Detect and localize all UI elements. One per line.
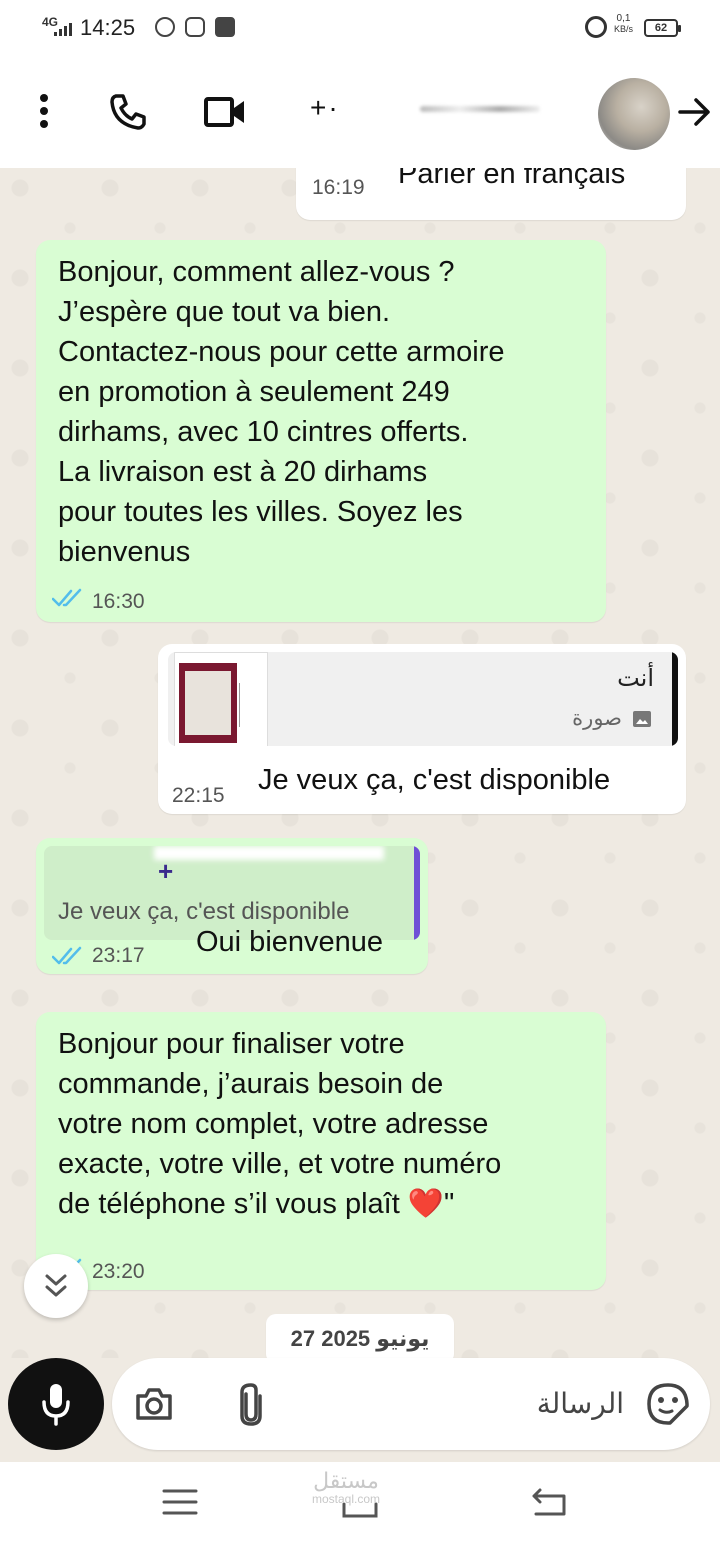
notification-icons: [155, 17, 235, 37]
message-bubble-outgoing[interactable]: + Je veux ça, c'est disponible 23:17 Oui…: [36, 838, 428, 974]
status-bar: 4G 14:25 0,1 KB/s 62: [0, 0, 720, 58]
kebab-menu-icon[interactable]: [38, 94, 50, 130]
message-bubble-incoming[interactable]: 16:19 Parler en français: [296, 168, 686, 220]
sticker-icon[interactable]: [646, 1382, 690, 1426]
back-arrow-icon[interactable]: [676, 96, 712, 128]
mic-icon: [42, 1384, 70, 1426]
double-check-icon: [52, 946, 82, 965]
chat-header: +·: [0, 58, 720, 168]
clock: 14:25: [80, 15, 136, 40]
battery-icon: 62: [644, 19, 681, 37]
message-time: 23:17: [92, 944, 145, 967]
quoted-author: أنت: [617, 665, 654, 692]
message-time: 23:20: [92, 1260, 145, 1283]
menu-icon[interactable]: [162, 1488, 198, 1516]
system-nav-bar: مستقل mostaql.com: [0, 1462, 720, 1544]
quoted-text: صورة: [572, 706, 622, 730]
date-separator: 27 يونيو 2025: [266, 1314, 454, 1358]
phone-icon[interactable]: [108, 92, 148, 132]
message-time: 16:19: [312, 176, 365, 199]
quoted-message[interactable]: أنت صورة: [168, 652, 678, 746]
contact-name[interactable]: +·: [310, 92, 340, 124]
reply-accent-bar: [672, 652, 678, 746]
message-bubble-outgoing[interactable]: Bonjour pour finaliser votre commande, j…: [36, 1012, 606, 1290]
message-time: 22:15: [172, 784, 225, 807]
scroll-to-bottom-button[interactable]: [24, 1254, 88, 1318]
message-text: Bonjour, comment allez-vous ? J’espère q…: [58, 256, 505, 568]
watermark: مستقل mostaql.com: [312, 1468, 381, 1507]
product-thumbnail: [174, 652, 268, 746]
back-icon[interactable]: [530, 1486, 568, 1518]
camera-icon[interactable]: [134, 1386, 174, 1422]
network-speed: 0,1 KB/s: [614, 13, 634, 34]
double-check-icon: [52, 588, 82, 607]
redacted-name: [420, 106, 540, 112]
message-input[interactable]: [352, 1380, 626, 1426]
message-bubble-outgoing[interactable]: Bonjour, comment allez-vous ? J’espère q…: [36, 240, 606, 622]
whatsapp-icon: [155, 17, 175, 37]
message-bubble-incoming[interactable]: أنت صورة 22:15 Je veux ça, c'est disponi…: [158, 644, 686, 814]
quoted-author: +: [158, 856, 174, 886]
mic-button[interactable]: [8, 1358, 104, 1450]
paperclip-icon[interactable]: [238, 1382, 264, 1426]
snapchat-icon: [185, 17, 205, 37]
facebook-icon: [215, 17, 235, 37]
signal-icon: [54, 23, 72, 36]
message-field[interactable]: [112, 1358, 710, 1450]
message-text: Parler en français: [398, 168, 626, 190]
video-call-icon[interactable]: [203, 96, 247, 128]
reply-accent-bar: [414, 846, 420, 940]
message-text: Je veux ça, c'est disponible: [258, 764, 611, 796]
avatar[interactable]: [598, 78, 670, 150]
message-text: Oui bienvenue: [196, 926, 384, 958]
chat-area[interactable]: 16:19 Parler en français Bonjour, commen…: [0, 168, 720, 1358]
chevron-double-down-icon: [45, 1274, 67, 1297]
compose-bar: [0, 1358, 720, 1462]
message-time: 16:30: [92, 590, 145, 613]
redacted-name: [154, 846, 384, 860]
message-text: Bonjour pour finaliser votre commande, j…: [58, 1028, 502, 1220]
image-icon: [633, 711, 651, 727]
alarm-icon: [585, 16, 607, 38]
